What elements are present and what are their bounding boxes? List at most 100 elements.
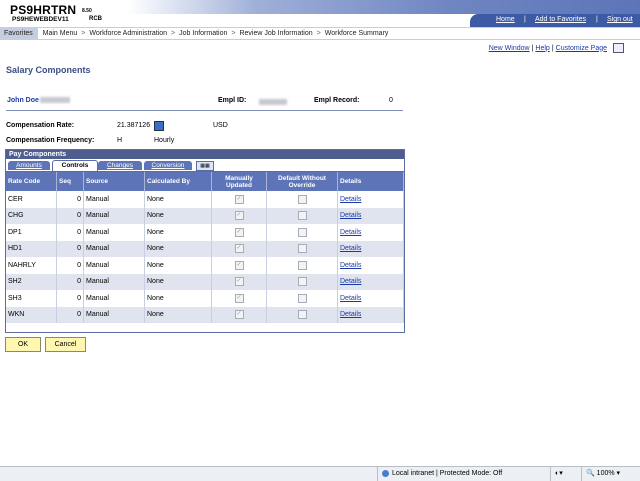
manually-updated-cell: ✓ <box>211 207 267 224</box>
tab-amounts[interactable]: Amounts <box>8 161 50 170</box>
manually-updated-cell: ✓ <box>211 240 267 257</box>
default-without-override-checkbox[interactable] <box>297 227 307 237</box>
protected-mode-icon[interactable]: ◐▾ <box>550 467 583 481</box>
default-without-override-checkbox[interactable] <box>297 194 307 204</box>
employee-name: John Doe <box>7 97 70 104</box>
manually-updated-cell: ✓ <box>211 290 267 307</box>
rate-code-cell: SH2 <box>6 273 57 290</box>
app-header: PS9HRTRN 8.50 PS9HEWEBDEV11 RCB Home | A… <box>0 0 640 27</box>
seq-cell: 0 <box>56 191 84 208</box>
manually-updated-checkbox[interactable]: ✓ <box>234 194 244 204</box>
ok-button[interactable]: OK <box>5 337 41 352</box>
calculated-by-cell: None <box>144 191 212 208</box>
details-cell: Details <box>337 191 404 208</box>
breadcrumb: Favorites | Main Menu > Workforce Admini… <box>0 27 640 40</box>
status-text-area <box>0 467 379 481</box>
home-link[interactable]: Home <box>496 16 515 23</box>
manually-updated-checkbox[interactable]: ✓ <box>234 310 244 320</box>
details-link[interactable]: Details <box>340 295 361 302</box>
seq-cell: 0 <box>56 290 84 307</box>
seq-cell: 0 <box>56 240 84 257</box>
pagebar-separator: | <box>551 44 554 52</box>
cancel-button[interactable]: Cancel <box>45 337 86 352</box>
table-row: SH3 0 Manual None ✓ Details <box>6 290 404 307</box>
compensation-frequency-code: H <box>117 137 123 144</box>
rate-code-cell: CER <box>6 191 57 208</box>
new-window-link[interactable]: New Window <box>489 45 530 52</box>
pay-components-table: Rate Code Seq Source Calculated By Manua… <box>6 172 404 323</box>
default-without-override-cell <box>266 273 338 290</box>
show-all-columns-icon[interactable]: ▦▦ <box>196 161 214 171</box>
manually-updated-cell: ✓ <box>211 191 267 208</box>
table-row: HD1 0 Manual None ✓ Details <box>6 240 404 257</box>
breadcrumb-workforce-administration[interactable]: Workforce Administration <box>85 30 171 37</box>
zoom-icon: 🔍 <box>586 470 595 477</box>
sign-out-link[interactable]: Sign out <box>607 16 633 23</box>
breadcrumb-review-job-information[interactable]: Review Job Information <box>235 30 316 37</box>
details-link[interactable]: Details <box>340 262 361 269</box>
details-link[interactable]: Details <box>340 278 361 285</box>
source-cell: Manual <box>83 290 145 307</box>
browser-status-bar: Local intranet | Protected Mode: Off ◐▾ … <box>0 466 640 481</box>
details-link[interactable]: Details <box>340 196 361 203</box>
header-band <box>0 0 640 14</box>
help-link[interactable]: Help <box>535 45 549 52</box>
manually-updated-checkbox[interactable]: ✓ <box>234 260 244 270</box>
col-details: Details <box>337 172 404 191</box>
tab-conversion[interactable]: Conversion <box>144 161 192 170</box>
default-without-override-checkbox[interactable] <box>297 277 307 287</box>
add-to-favorites-link[interactable]: Add to Favorites <box>535 16 586 23</box>
seq-cell: 0 <box>56 273 84 290</box>
breadcrumb-main-menu[interactable]: Main Menu <box>39 30 82 37</box>
calculated-by-cell: None <box>144 240 212 257</box>
table-row: WKN 0 Manual None ✓ Details <box>6 306 404 323</box>
details-cell: Details <box>337 273 404 290</box>
details-cell: Details <box>337 207 404 224</box>
calculator-icon[interactable] <box>154 121 164 131</box>
breadcrumb-favorites[interactable]: Favorites <box>0 30 37 37</box>
tab-changes[interactable]: Changes <box>98 161 142 170</box>
http-view-icon[interactable] <box>613 43 624 53</box>
default-without-override-checkbox[interactable] <box>297 260 307 270</box>
source-cell: Manual <box>83 207 145 224</box>
server-tag: RCB <box>89 16 102 22</box>
col-manually-updated: Manually Updated <box>211 172 267 191</box>
table-row: CER 0 Manual None ✓ Details <box>6 191 404 208</box>
manually-updated-checkbox[interactable]: ✓ <box>234 244 244 254</box>
default-without-override-checkbox[interactable] <box>297 244 307 254</box>
compensation-frequency-description: Hourly <box>154 137 175 144</box>
details-cell: Details <box>337 306 404 323</box>
default-without-override-checkbox[interactable] <box>297 293 307 303</box>
default-without-override-cell <box>266 207 338 224</box>
manually-updated-checkbox[interactable]: ✓ <box>234 277 244 287</box>
source-cell: Manual <box>83 257 145 274</box>
manually-updated-checkbox[interactable]: ✓ <box>234 227 244 237</box>
database-name: PS9HRTRN <box>10 3 77 17</box>
default-without-override-checkbox[interactable] <box>297 211 307 221</box>
details-link[interactable]: Details <box>340 311 361 318</box>
manually-updated-checkbox[interactable]: ✓ <box>234 211 244 221</box>
default-without-override-cell <box>266 224 338 241</box>
details-link[interactable]: Details <box>340 245 361 252</box>
zoom-control[interactable]: 🔍 100% ▾ <box>581 467 636 481</box>
customize-page-link[interactable]: Customize Page <box>556 45 607 52</box>
default-without-override-cell <box>266 191 338 208</box>
pay-components-grid: Pay Components Amounts Controls Changes … <box>5 149 405 333</box>
source-cell: Manual <box>83 240 145 257</box>
details-link[interactable]: Details <box>340 229 361 236</box>
breadcrumb-job-information[interactable]: Job Information <box>175 30 231 37</box>
page-bar: New Window | Help | Customize Page <box>489 43 624 53</box>
tab-controls[interactable]: Controls <box>52 160 98 171</box>
security-zone: Local intranet | Protected Mode: Off <box>377 467 552 481</box>
breadcrumb-workforce-summary[interactable]: Workforce Summary <box>321 30 393 37</box>
seq-cell: 0 <box>56 224 84 241</box>
rate-code-cell: DP1 <box>6 224 57 241</box>
col-calculated-by: Calculated By <box>144 172 212 191</box>
default-without-override-cell <box>266 240 338 257</box>
compensation-frequency-label: Compensation Frequency: <box>6 137 95 144</box>
details-link[interactable]: Details <box>340 212 361 219</box>
table-row: SH2 0 Manual None ✓ Details <box>6 273 404 290</box>
default-without-override-checkbox[interactable] <box>297 310 307 320</box>
security-zone-text: Local intranet | Protected Mode: Off <box>392 470 503 477</box>
manually-updated-checkbox[interactable]: ✓ <box>234 293 244 303</box>
